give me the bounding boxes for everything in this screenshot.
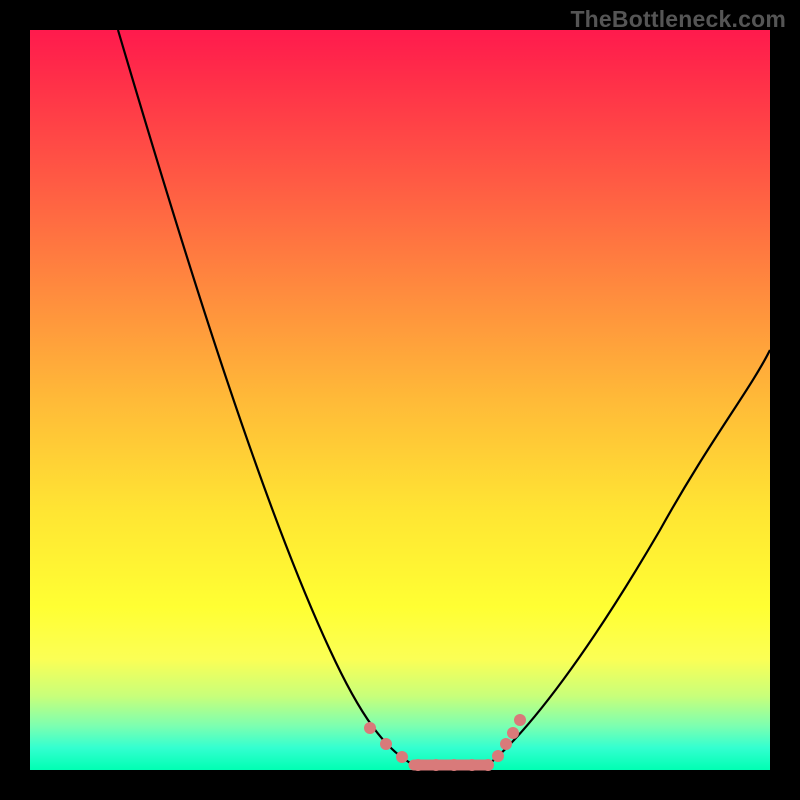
marker-dot bbox=[514, 714, 526, 726]
marker-dot bbox=[380, 738, 392, 750]
left-branch bbox=[118, 30, 414, 765]
marker-dot bbox=[500, 738, 512, 750]
right-branch bbox=[488, 350, 770, 765]
marker-dot bbox=[430, 759, 442, 771]
plot-area bbox=[30, 30, 770, 770]
marker-dot bbox=[412, 759, 424, 771]
marker-dot bbox=[396, 751, 408, 763]
watermark-text: TheBottleneck.com bbox=[570, 6, 786, 33]
marker-dot bbox=[466, 759, 478, 771]
marker-dot bbox=[448, 759, 460, 771]
marker-dot bbox=[364, 722, 376, 734]
marker-dot bbox=[507, 727, 519, 739]
outer-frame: TheBottleneck.com bbox=[0, 0, 800, 800]
marker-dot bbox=[482, 759, 494, 771]
marker-dot bbox=[492, 750, 504, 762]
bottleneck-curve bbox=[30, 30, 770, 770]
